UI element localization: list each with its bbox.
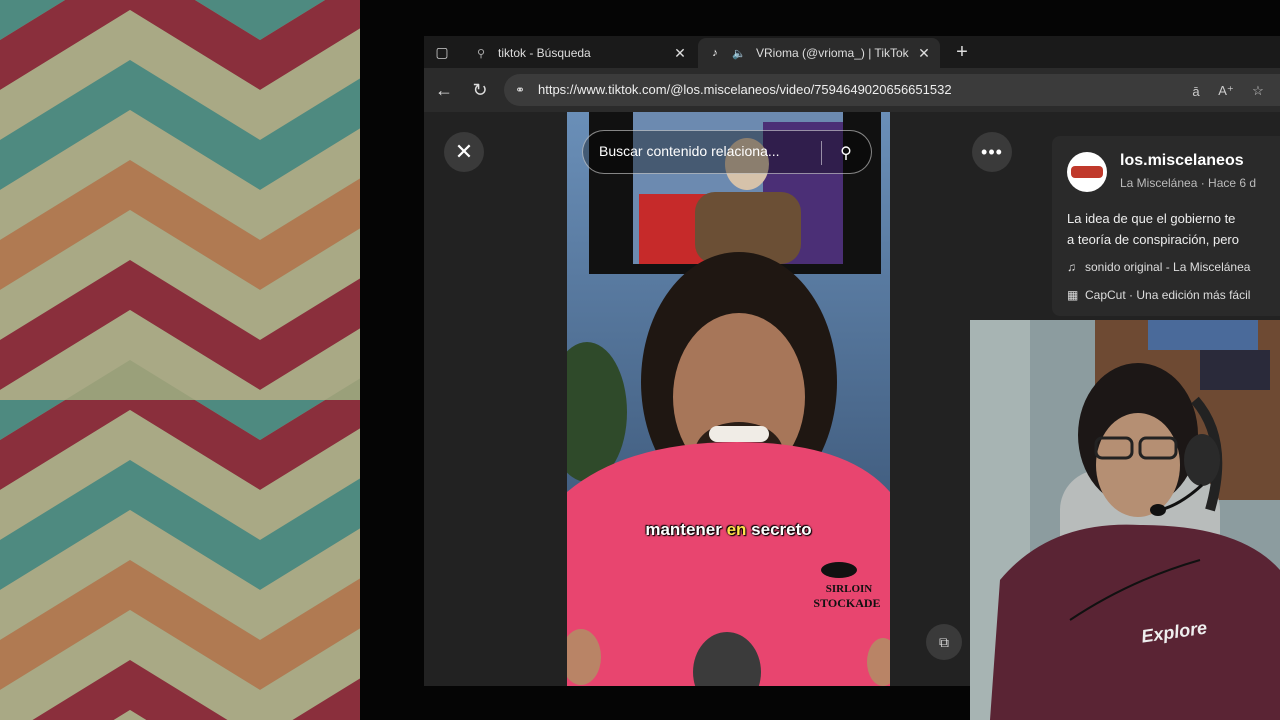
url-text[interactable]: https://www.tiktok.com/@los.miscelaneos/… <box>538 82 952 97</box>
sound-label: sonido original - La Miscelánea <box>1085 260 1251 274</box>
author-name[interactable]: los.miscelaneos <box>1120 152 1244 170</box>
sound-link[interactable]: ♫ sonido original - La Miscelánea <box>1067 260 1250 274</box>
chevron-background <box>0 0 360 720</box>
description-line: a teoría de conspiración, pero <box>1067 232 1239 247</box>
tab-bar: ▢ ⚲ tiktok - Búsqueda ✕ ♪ 🔈 VRioma (@vri… <box>424 36 1280 68</box>
video-player[interactable]: SIRLOIN STOCKADE mantener en secreto <box>567 112 890 686</box>
read-aloud-icon[interactable]: A⁺ <box>1216 82 1236 100</box>
favorite-star-icon[interactable]: ☆ <box>1248 82 1268 100</box>
address-bar: ← ↻ ⚭ https://www.tiktok.com/@los.miscel… <box>424 68 1280 112</box>
avatar[interactable] <box>1067 152 1107 192</box>
translate-icon[interactable]: ā <box>1186 82 1206 100</box>
shirt-text-bottom: STOCKADE <box>813 596 880 610</box>
capcut-icon: ▦ <box>1067 288 1079 302</box>
search-icon: ⚲ <box>476 47 486 60</box>
tab-title: VRioma (@vrioma_) | TikTok <box>756 46 909 60</box>
video-description: La idea de que el gobierno te a teoría d… <box>1067 208 1280 250</box>
caption-part: mantener <box>645 520 727 539</box>
more-options-button[interactable]: ••• <box>972 132 1012 172</box>
url-field[interactable]: ⚭ https://www.tiktok.com/@los.miscelaneo… <box>504 74 1280 106</box>
chevron-pattern-image <box>0 0 360 720</box>
video-frame-image: SIRLOIN STOCKADE <box>567 112 890 686</box>
tab-vrioma-tiktok[interactable]: ♪ 🔈 VRioma (@vrioma_) | TikTok ✕ <box>698 38 940 68</box>
tab-actions-icon[interactable]: ▢ <box>432 42 452 62</box>
tab-close-icon[interactable]: ✕ <box>670 45 690 62</box>
capcut-link[interactable]: ▦ CapCut · Una edición más fácil <box>1067 288 1250 302</box>
video-caption: mantener en secreto <box>567 520 890 540</box>
description-line: La idea de que el gobierno te <box>1067 211 1236 226</box>
caption-highlight: en <box>726 520 747 539</box>
video-info-card: los.miscelaneos La Miscelánea · Hace 6 d… <box>1052 136 1280 316</box>
tab-title: tiktok - Búsqueda <box>498 46 591 60</box>
music-note-icon: ♫ <box>1067 260 1076 274</box>
speaker-icon[interactable]: 🔈 <box>732 46 746 60</box>
lock-icon[interactable]: ⚭ <box>512 82 528 98</box>
new-tab-button[interactable]: + <box>950 40 974 64</box>
search-input[interactable]: Buscar contenido relaciona... <box>599 143 819 159</box>
webcam-overlay: Explore <box>970 320 1280 720</box>
search-icon[interactable]: ⚲ <box>835 142 857 164</box>
tab-tiktok-search[interactable]: ⚲ tiktok - Búsqueda ✕ <box>464 38 696 68</box>
picture-in-picture-icon[interactable]: ⧉ <box>926 624 962 660</box>
author-meta: La Miscelánea · Hace 6 d <box>1120 176 1257 190</box>
webcam-image: Explore <box>970 320 1280 720</box>
tab-close-icon[interactable]: ✕ <box>914 45 934 62</box>
close-video-button[interactable]: ✕ <box>444 132 484 172</box>
capcut-label: CapCut · Una edición más fácil <box>1085 288 1251 302</box>
related-search-bar[interactable]: Buscar contenido relaciona... ⚲ <box>582 130 872 174</box>
search-divider <box>821 141 822 165</box>
tiktok-icon: ♪ <box>712 47 718 59</box>
refresh-icon[interactable]: ↻ <box>468 78 492 102</box>
shirt-text-top: SIRLOIN <box>826 583 873 595</box>
back-arrow-icon[interactable]: ← <box>432 78 456 102</box>
caption-part: secreto <box>746 520 812 539</box>
